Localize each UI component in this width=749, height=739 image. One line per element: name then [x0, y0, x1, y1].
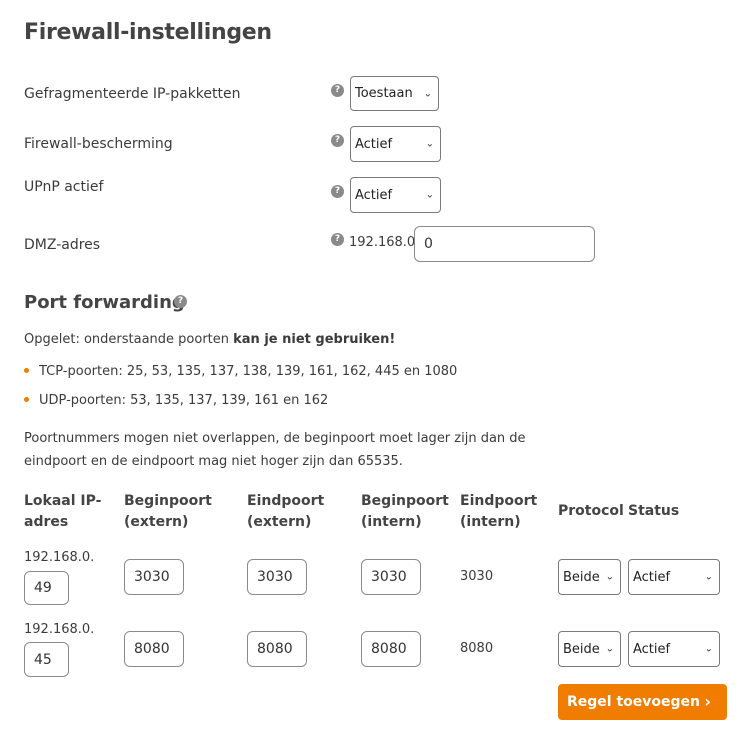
help-icon[interactable]: ? — [331, 185, 344, 198]
warning-text: Opgelet: onderstaande poorten kan je nie… — [24, 332, 396, 347]
end-intern-value: 8080 — [460, 641, 494, 656]
chevron-right-icon: › — [704, 692, 711, 711]
end-extern-input[interactable]: 8080 — [247, 631, 307, 667]
fragmented-label: Gefragmenteerde IP-pakketten — [24, 86, 241, 102]
status-select[interactable]: Actief ⌄ — [628, 631, 720, 667]
firewall-label: Firewall-bescherming — [24, 136, 173, 152]
upnp-label: UPnP actief — [24, 179, 104, 195]
firewall-value: Actief — [355, 136, 393, 152]
dmz-prefix: 192.168.0. — [349, 235, 420, 250]
fragmented-value: Toestaan — [355, 86, 413, 101]
upnp-select[interactable]: Actief ⌄ — [350, 177, 441, 213]
header-end-intern: Eindpoort (intern) — [460, 493, 538, 530]
upnp-value: Actief — [355, 187, 393, 203]
fragmented-select[interactable]: Toestaan ⌄ — [350, 76, 439, 111]
header-begin-intern: Beginpoort (intern) — [361, 493, 449, 530]
note-line-1: Poortnummers mogen niet overlappen, de b… — [24, 431, 526, 446]
chevron-down-icon: ⌄ — [605, 571, 614, 583]
status-select[interactable]: Actief ⌄ — [628, 559, 720, 595]
header-local-ip: Lokaal IP- adres — [24, 493, 102, 530]
ip-prefix: 192.168.0. — [24, 550, 95, 565]
ip-suffix-input[interactable]: 49 — [24, 571, 69, 605]
begin-intern-input[interactable]: 3030 — [361, 559, 421, 595]
chevron-down-icon: ⌄ — [425, 138, 434, 150]
table-row: 192.168.0. 49 3030 3030 3030 3030 Beide … — [0, 548, 749, 608]
end-intern-value: 3030 — [460, 569, 494, 584]
begin-intern-input[interactable]: 8080 — [361, 631, 421, 667]
list-item: TCP-poorten: 25, 53, 135, 137, 138, 139,… — [24, 364, 457, 379]
begin-extern-input[interactable]: 3030 — [124, 559, 184, 595]
protocol-value: Beide — [563, 641, 600, 657]
add-rule-button[interactable]: Regel toevoegen › — [558, 684, 727, 720]
header-status: Status — [628, 503, 680, 519]
list-item: UDP-poorten: 53, 135, 137, 139, 161 en 1… — [24, 393, 328, 408]
help-icon[interactable]: ? — [174, 295, 187, 308]
chevron-down-icon: ⌄ — [704, 643, 713, 655]
header-begin-extern: Beginpoort (extern) — [124, 493, 212, 530]
port-forwarding-title: Port forwarding — [24, 292, 185, 313]
status-value: Actief — [633, 569, 671, 585]
help-icon[interactable]: ? — [331, 233, 344, 246]
help-icon[interactable]: ? — [331, 84, 344, 97]
chevron-down-icon: ⌄ — [423, 88, 432, 99]
ip-prefix: 192.168.0. — [24, 622, 95, 637]
bullet-dot — [24, 397, 29, 402]
page-title: Firewall-instellingen — [24, 20, 272, 45]
chevron-down-icon: ⌄ — [425, 189, 434, 201]
status-value: Actief — [633, 641, 671, 657]
chevron-down-icon: ⌄ — [704, 571, 713, 583]
header-end-extern: Eindpoort (extern) — [247, 493, 325, 530]
chevron-down-icon: ⌄ — [605, 643, 614, 655]
bullet-dot — [24, 368, 29, 373]
begin-extern-input[interactable]: 8080 — [124, 631, 184, 667]
help-icon[interactable]: ? — [331, 134, 344, 147]
dmz-label: DMZ-adres — [24, 237, 101, 253]
table-row: 192.168.0. 45 8080 8080 8080 8080 Beide … — [0, 620, 749, 680]
end-extern-input[interactable]: 3030 — [247, 559, 307, 595]
protocol-select[interactable]: Beide ⌄ — [558, 631, 621, 667]
dmz-input[interactable]: 0 — [414, 226, 595, 262]
add-rule-label: Regel toevoegen — [567, 694, 700, 710]
firewall-select[interactable]: Actief ⌄ — [350, 126, 441, 162]
header-protocol: Protocol — [558, 503, 624, 519]
note-line-2: eindpoort en de eindpoort mag niet hoger… — [24, 454, 403, 469]
protocol-select[interactable]: Beide ⌄ — [558, 559, 621, 595]
protocol-value: Beide — [563, 569, 600, 585]
ip-suffix-input[interactable]: 45 — [24, 642, 69, 677]
